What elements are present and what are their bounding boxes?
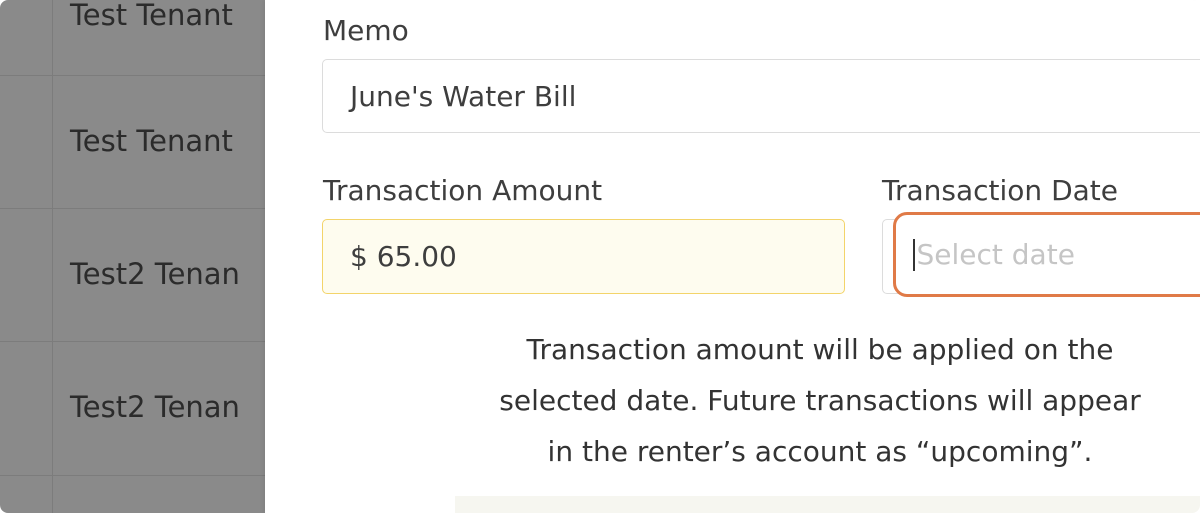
help-text-line: selected date. Future transactions will … [499, 384, 1141, 417]
transaction-date-label: Transaction Date [882, 174, 1119, 207]
transaction-date-placeholder: Select date [916, 238, 1075, 271]
tenant-name: Test Tenant [70, 124, 233, 158]
text-cursor [913, 238, 915, 271]
table-row: Test2 Tenan [0, 209, 268, 342]
transaction-date-input[interactable]: Select date [893, 212, 1200, 297]
memo-input[interactable]: June's Water Bill [322, 59, 1200, 133]
table-row: Test Tenant [0, 0, 268, 76]
memo-label: Memo [323, 14, 409, 47]
table-row: Test Tenant [0, 76, 268, 209]
table-row: Test2 Tenan [0, 342, 268, 476]
transaction-help-text: Transaction amount will be applied on th… [420, 324, 1200, 477]
memo-value: June's Water Bill [350, 79, 577, 113]
background-tenant-table: Test Tenant Test Tenant Test2 Tenan Test… [0, 0, 269, 513]
screen: Test Tenant Test Tenant Test2 Tenan Test… [0, 0, 1200, 513]
transaction-amount-input[interactable]: $ 65.00 [322, 219, 845, 294]
next-section-box [455, 496, 1200, 513]
help-text-line: in the renter’s account as “upcoming”. [547, 435, 1093, 468]
transaction-amount-value: $ 65.00 [350, 240, 457, 273]
tenant-name: Test2 Tenan [70, 257, 240, 291]
help-text-line: Transaction amount will be applied on th… [526, 333, 1114, 366]
tenant-name: Test Tenant [70, 0, 233, 32]
transaction-amount-label: Transaction Amount [323, 174, 603, 207]
tenant-name: Test2 Tenan [70, 390, 240, 424]
